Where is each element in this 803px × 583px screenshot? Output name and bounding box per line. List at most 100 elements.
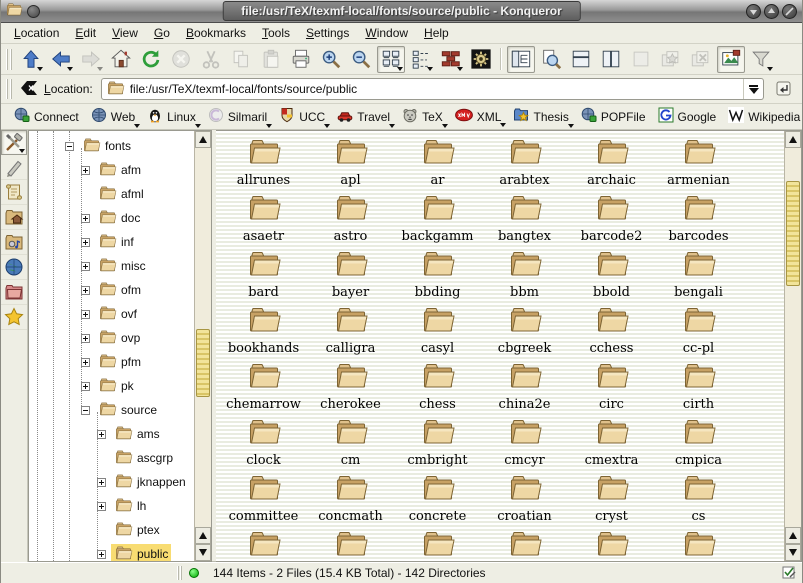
folder-item-cmpica[interactable]: cmpica (655, 417, 742, 473)
tree-item-ovf[interactable]: ovf (29, 302, 194, 326)
view-scroll-thumb[interactable] (786, 181, 800, 286)
folder-item[interactable] (655, 529, 742, 561)
folder-item-asaetr[interactable]: asaetr (220, 193, 307, 249)
folder-item-cmbright[interactable]: cmbright (394, 417, 481, 473)
menu-window[interactable]: Window (358, 24, 415, 42)
bookmark-thesis[interactable]: Thesis (508, 105, 573, 128)
folder-item-backgamm[interactable]: backgamm (394, 193, 481, 249)
tree-item-pfm[interactable]: pfm (29, 350, 194, 374)
folder-item-apl[interactable]: apl (307, 137, 394, 193)
folder-item-bangtex[interactable]: bangtex (481, 193, 568, 249)
bookmark-google[interactable]: Google (653, 105, 722, 128)
menu-location[interactable]: Location (7, 24, 66, 42)
folder-item-bengali[interactable]: bengali (655, 249, 742, 305)
folder-item-cc-pl[interactable]: cc-pl (655, 305, 742, 361)
find-file-button[interactable] (537, 46, 565, 73)
folder-item-croatian[interactable]: croatian (481, 473, 568, 529)
folder-item-armenian[interactable]: armenian (655, 137, 742, 193)
expand-icon[interactable] (81, 166, 90, 175)
tree-item-ovp[interactable]: ovp (29, 326, 194, 350)
bookmark-popfile[interactable]: POPFile (576, 105, 651, 128)
folder-item-allrunes[interactable]: allrunes (220, 137, 307, 193)
folder-item-barcode2[interactable]: barcode2 (568, 193, 655, 249)
bookmark-silmaril[interactable]: Silmaril (203, 105, 272, 128)
tree-item-public[interactable]: public (29, 542, 194, 561)
menu-go[interactable]: Go (147, 24, 177, 42)
status-grip[interactable] (177, 566, 183, 580)
expand-icon[interactable] (97, 430, 106, 439)
folder-item-committee[interactable]: committee (220, 473, 307, 529)
tree-scroll-up-icon[interactable] (195, 131, 211, 148)
location-input[interactable]: file:/usr/TeX/texmf-local/fonts/source/p… (101, 78, 764, 100)
menu-settings[interactable]: Settings (299, 24, 356, 42)
close-button[interactable] (782, 4, 797, 19)
folder-item-china2e[interactable]: china2e (481, 361, 568, 417)
network-button[interactable] (1, 255, 27, 280)
split-view-top-bottom-button[interactable] (567, 46, 595, 73)
bookmark-wikipedia[interactable]: Wikipedia (723, 105, 803, 128)
maximize-button[interactable] (764, 4, 779, 19)
zoom-out-button[interactable] (347, 46, 375, 73)
folder-item-circ[interactable]: circ (568, 361, 655, 417)
folder-item-bbold[interactable]: bbold (568, 249, 655, 305)
folder-item-bbm[interactable]: bbm (481, 249, 568, 305)
folder-item[interactable] (394, 529, 481, 561)
bookmark-ucc[interactable]: UCC (274, 105, 330, 128)
tree-item-lh[interactable]: lh (29, 494, 194, 518)
folder-item-bayer[interactable]: bayer (307, 249, 394, 305)
tree-item-jknappen[interactable]: jknappen (29, 470, 194, 494)
filter-button[interactable] (747, 46, 775, 73)
tree-item-fonts[interactable]: fonts (29, 134, 194, 158)
zoom-in-button[interactable] (317, 46, 345, 73)
reload-button[interactable] (137, 46, 165, 73)
bookmark-web[interactable]: Web (86, 105, 140, 128)
menu-edit[interactable]: Edit (68, 24, 103, 42)
tree-item-inf[interactable]: inf (29, 230, 194, 254)
expand-icon[interactable] (81, 214, 90, 223)
print-button[interactable] (287, 46, 315, 73)
expand-icon[interactable] (97, 478, 106, 487)
list-view-button[interactable] (407, 46, 435, 73)
view-scroll-down-icon[interactable] (785, 544, 801, 561)
clear-location-icon[interactable] (20, 80, 38, 99)
history-button[interactable] (1, 180, 27, 205)
folder-item-cbgreek[interactable]: cbgreek (481, 305, 568, 361)
folder-item-ar[interactable]: ar (394, 137, 481, 193)
tree-item-ascgrp[interactable]: ascgrp (29, 446, 194, 470)
tree-item-ams[interactable]: ams (29, 422, 194, 446)
tree-scrollbar[interactable] (194, 131, 211, 561)
expand-icon[interactable] (81, 238, 90, 247)
folder-item-casyl[interactable]: casyl (394, 305, 481, 361)
split-view-left-right-button[interactable] (597, 46, 625, 73)
collapse-icon[interactable] (65, 142, 74, 151)
location-toolbar-grip[interactable] (6, 79, 13, 99)
folder-item-cherokee[interactable]: cherokee (307, 361, 394, 417)
toolbar-grip[interactable] (6, 49, 13, 70)
view-scroll-up2-icon[interactable] (785, 527, 801, 544)
view-scrollbar[interactable] (784, 131, 801, 561)
bookmark-linux[interactable]: Linux (142, 105, 201, 128)
folder-item[interactable] (220, 529, 307, 561)
tree-scroll-thumb[interactable] (196, 329, 210, 397)
folder-item-barcodes[interactable]: barcodes (655, 193, 742, 249)
tree-item-misc[interactable]: misc (29, 254, 194, 278)
folder-item-bbding[interactable]: bbding (394, 249, 481, 305)
run-settings-button[interactable] (467, 46, 495, 73)
expand-icon[interactable] (81, 334, 90, 343)
window-menu-button[interactable] (27, 5, 40, 18)
tree-item-ptex[interactable]: ptex (29, 518, 194, 542)
icon-view-button[interactable] (377, 46, 405, 73)
folder-item-chess[interactable]: chess (394, 361, 481, 417)
folder-item-cs[interactable]: cs (655, 473, 742, 529)
location-dropdown-icon[interactable] (743, 79, 763, 99)
bookmark-xml[interactable]: XML (450, 106, 507, 127)
go-button[interactable] (772, 77, 796, 101)
view-scroll-up-icon[interactable] (785, 131, 801, 148)
folder-item-archaic[interactable]: archaic (568, 137, 655, 193)
folder-item-concrete[interactable]: concrete (394, 473, 481, 529)
services-button[interactable] (1, 230, 27, 255)
expand-icon[interactable] (97, 502, 106, 511)
home-directory-button[interactable] (1, 205, 27, 230)
show-navigation-panel-button[interactable] (507, 46, 535, 73)
folder-item-concmath[interactable]: concmath (307, 473, 394, 529)
